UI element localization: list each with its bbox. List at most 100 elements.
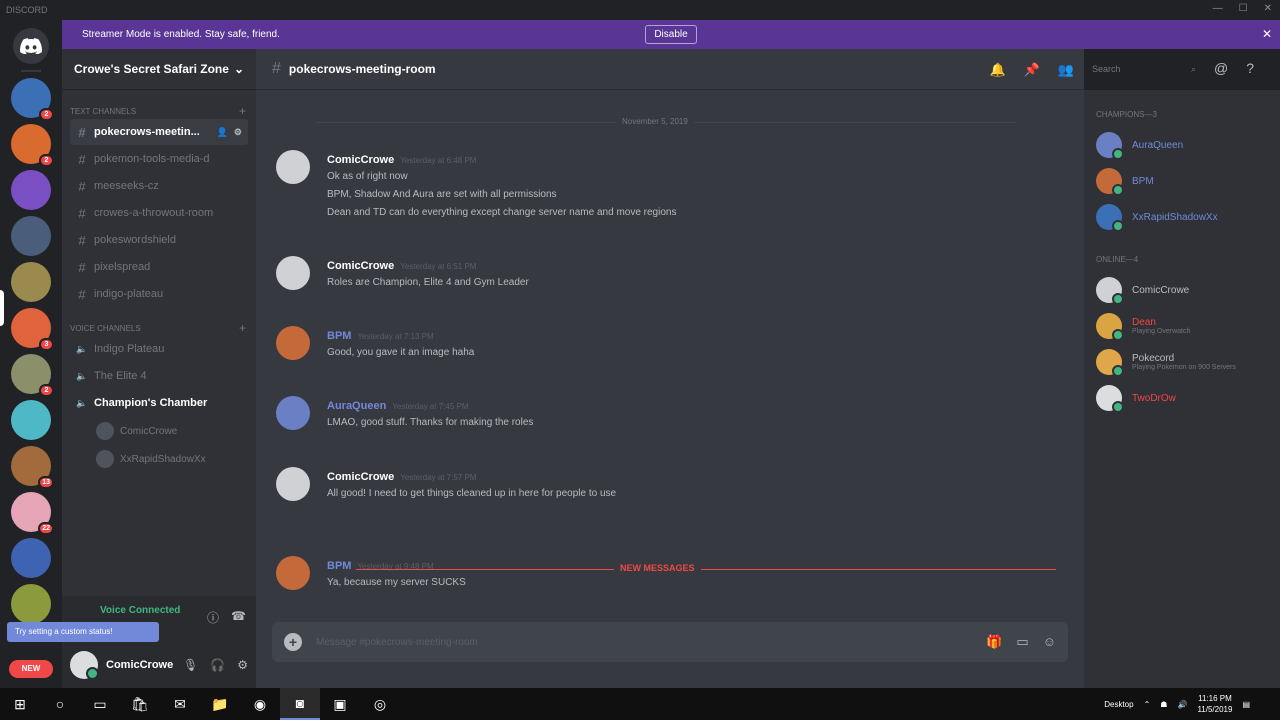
desktop-label[interactable]: Desktop	[1104, 700, 1133, 709]
server-icon[interactable]	[11, 170, 51, 210]
pin-icon[interactable]: 📌	[1024, 62, 1040, 78]
avatar[interactable]	[276, 326, 310, 360]
new-servers-badge[interactable]: NEW	[9, 660, 53, 678]
close-window-icon[interactable]: ✕	[1264, 3, 1272, 14]
add-channel-icon[interactable]: +	[239, 321, 246, 335]
upload-plus-icon[interactable]: +	[284, 633, 302, 651]
message-author[interactable]: AuraQueen	[327, 400, 386, 412]
channel-item[interactable]: # indigo-plateau	[70, 281, 248, 307]
custom-status-tooltip[interactable]: Try setting a custom status!	[7, 622, 159, 642]
invite-icon[interactable]: 👤	[217, 127, 228, 138]
message-text: BPM, Shadow And Aura are set with all pe…	[327, 189, 557, 200]
headphones-icon[interactable]: 🎧	[210, 658, 225, 672]
clock-date: 11/5/2019	[1197, 705, 1233, 714]
server-icon[interactable]	[11, 400, 51, 440]
channel-item[interactable]: # pixelspread	[70, 254, 248, 280]
clock[interactable]: 11:16 PM 11/5/2019	[1197, 693, 1232, 715]
member-item[interactable]: TwoDrOw	[1084, 380, 1280, 416]
channel-item[interactable]: # crowes-a-throwout-room	[70, 200, 248, 226]
message-author[interactable]: ComicCrowe	[327, 260, 394, 272]
voice-user[interactable]: XxRapidShadowXx	[96, 445, 248, 473]
channel-label: pixelspread	[94, 261, 151, 273]
member-item[interactable]: AuraQueen	[1084, 127, 1280, 163]
channel-item[interactable]: # pokemon-tools-media-d	[70, 146, 248, 172]
maximize-icon[interactable]: ☐	[1239, 3, 1248, 14]
volume-icon[interactable]: 🔊	[1177, 700, 1187, 709]
network-icon[interactable]: ☗	[1160, 700, 1167, 709]
message-author[interactable]: BPM	[327, 560, 351, 572]
server-icon[interactable]	[11, 216, 51, 256]
disconnect-icon[interactable]: ☎	[231, 609, 246, 626]
category-voice-channels[interactable]: Voice Channels +	[62, 321, 256, 335]
server-icon[interactable]	[11, 538, 51, 578]
message-timestamp: Yesterday at 7:57 PM	[400, 473, 477, 482]
server-header[interactable]: Crowe's Secret Safari Zone ⌄	[62, 49, 256, 90]
server-icon[interactable]: 22	[11, 492, 54, 535]
hash-icon: #	[272, 60, 281, 77]
info-icon[interactable]: ⓘ	[207, 609, 219, 626]
task-view-icon[interactable]: ▭	[80, 688, 120, 720]
obs-icon[interactable]: ◎	[360, 688, 400, 720]
message-list[interactable]: November 5, 2019 ComicCrowe Yesterday at …	[256, 90, 1084, 622]
member-item[interactable]: Pokecord Playing Pokemon on 900 Servers	[1084, 344, 1280, 380]
mentions-icon[interactable]: @	[1214, 60, 1228, 76]
minimize-icon[interactable]: —	[1213, 3, 1223, 14]
mic-icon[interactable]: 🎙	[183, 658, 198, 672]
message-author[interactable]: BPM	[327, 330, 351, 342]
add-channel-icon[interactable]: +	[239, 104, 246, 118]
voice-channel-item[interactable]: 🔈 Champion's Chamber	[70, 390, 248, 416]
server-icon[interactable]: 2	[11, 124, 54, 167]
gear-icon[interactable]: ⚙	[234, 127, 242, 138]
store-icon[interactable]: 🛍	[120, 688, 160, 720]
discord-home-icon[interactable]	[13, 28, 49, 64]
server-icon[interactable]: 3	[11, 308, 54, 351]
close-banner-icon[interactable]: ✕	[1262, 27, 1272, 41]
member-text: ComicCrowe	[1132, 285, 1189, 296]
avatar	[96, 422, 114, 440]
avatar[interactable]	[276, 256, 310, 290]
app-taskbar-icon[interactable]: ▣	[320, 688, 360, 720]
channel-item[interactable]: # pokecrows-meetin... 👤 ⚙	[70, 119, 248, 145]
server-icon[interactable]: 13	[11, 446, 54, 489]
avatar[interactable]	[276, 467, 310, 501]
message-input[interactable]: Message #pokecrows-meeting-room	[316, 637, 972, 648]
voice-channel-item[interactable]: 🔈 The Elite 4	[70, 363, 248, 389]
member-item[interactable]: ComicCrowe	[1084, 272, 1280, 308]
avatar[interactable]	[276, 396, 310, 430]
help-icon[interactable]: ?	[1246, 60, 1254, 76]
notifications-icon[interactable]: ▤	[1242, 700, 1250, 709]
file-explorer-icon[interactable]: 📁	[200, 688, 240, 720]
server-icon[interactable]: 2	[11, 78, 54, 121]
server-icon[interactable]: 2	[11, 354, 54, 397]
emoji-icon[interactable]: ☺	[1043, 634, 1056, 650]
search-taskbar-icon[interactable]: ○	[40, 688, 80, 720]
tray-chevron-icon[interactable]: ⌃	[1144, 700, 1151, 709]
gift-icon[interactable]: 🎁	[986, 634, 1002, 650]
members-icon[interactable]: 👥	[1058, 62, 1074, 78]
bell-icon[interactable]: 🔔	[989, 62, 1005, 78]
discord-taskbar-icon[interactable]: ◙	[280, 688, 320, 720]
server-icon[interactable]	[11, 262, 51, 302]
member-item[interactable]: XxRapidShadowXx	[1084, 199, 1280, 235]
hash-icon: #	[78, 124, 86, 140]
avatar[interactable]	[276, 556, 310, 590]
avatar[interactable]	[70, 651, 99, 680]
channel-item[interactable]: # pokeswordshield	[70, 227, 248, 253]
voice-user[interactable]: ComicCrowe	[96, 417, 248, 445]
mail-icon[interactable]: ✉	[160, 688, 200, 720]
voice-channel-label: The Elite 4	[94, 370, 147, 382]
member-item[interactable]: BPM	[1084, 163, 1280, 199]
gear-icon[interactable]: ⚙	[237, 658, 248, 672]
channel-item[interactable]: # meeseeks-cz	[70, 173, 248, 199]
search-input[interactable]: Search ⌕	[1086, 60, 1202, 80]
message-author[interactable]: ComicCrowe	[327, 471, 394, 483]
windows-start-icon[interactable]: ⊞	[0, 688, 40, 720]
gif-icon[interactable]: ▭	[1016, 634, 1028, 650]
member-item[interactable]: Dean Playing Overwatch	[1084, 308, 1280, 344]
category-text-channels[interactable]: Text Channels +	[62, 104, 256, 118]
voice-channel-item[interactable]: 🔈 Indigo Plateau	[70, 336, 248, 362]
avatar[interactable]	[276, 150, 310, 184]
chrome-icon[interactable]: ◉	[240, 688, 280, 720]
server-icon[interactable]	[11, 584, 51, 624]
message-author[interactable]: ComicCrowe	[327, 154, 394, 166]
